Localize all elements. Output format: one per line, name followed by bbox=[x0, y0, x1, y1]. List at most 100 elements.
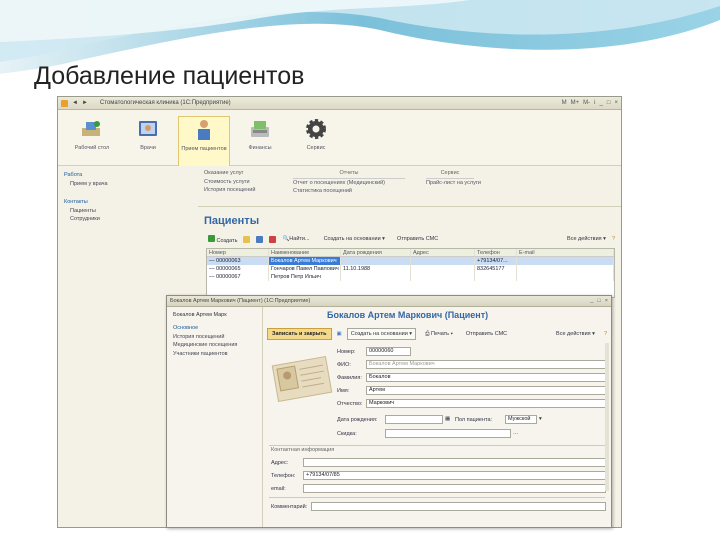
form-toolbar: Записать и закрыть ▣ Создать на основани… bbox=[267, 327, 607, 341]
gear-icon bbox=[303, 116, 329, 142]
cell-birth bbox=[341, 273, 411, 281]
patient-card-image bbox=[271, 356, 333, 402]
section-reception[interactable]: Прием пациентов bbox=[178, 116, 230, 166]
form-scrollbar[interactable] bbox=[605, 343, 609, 491]
create-based-on-button[interactable]: Создать на основании ▾ bbox=[324, 236, 385, 242]
service-header: Сервис bbox=[426, 169, 474, 179]
table-row[interactable]: — 00000067 Петров Петр Ильич bbox=[207, 273, 614, 281]
gender-select[interactable]: Мужской bbox=[505, 415, 537, 424]
help-icon[interactable]: ? bbox=[604, 331, 607, 337]
slide: Добавление пациентов ◄ ► Стоматологическ… bbox=[0, 0, 720, 540]
fio-field[interactable]: Бокалов Артем Маркович bbox=[366, 360, 606, 369]
cell-name: Бокалов Артем Маркович bbox=[269, 257, 341, 265]
cell-email bbox=[517, 257, 614, 265]
nav-item-reception[interactable]: Прием у врача bbox=[64, 180, 192, 189]
action-visit-history[interactable]: История посещений bbox=[204, 186, 255, 195]
surname-label: Фамилия: bbox=[337, 375, 362, 381]
nav-item-patients[interactable]: Пациенты bbox=[64, 207, 192, 216]
form-main-panel: Бокалов Артем Маркович (Пациент) Записат… bbox=[265, 307, 611, 527]
patronymic-field[interactable]: Маркович bbox=[366, 399, 606, 408]
back-icon[interactable]: ◄ bbox=[72, 100, 78, 106]
comment-field[interactable] bbox=[311, 502, 606, 511]
close-icon[interactable]: × bbox=[614, 100, 618, 106]
info-icon[interactable]: i bbox=[594, 100, 595, 106]
action-price-list[interactable]: Прайс-лист на услуги bbox=[426, 179, 481, 188]
birth-field[interactable] bbox=[385, 415, 443, 424]
send-sms-button[interactable]: Отправить СМС bbox=[397, 236, 438, 242]
table-row[interactable]: — 00000063 Бокалов Артем Маркович +79134… bbox=[207, 257, 614, 265]
chevron-down-icon[interactable]: ▾ bbox=[539, 416, 542, 422]
surname-field[interactable]: Бокалов bbox=[366, 373, 606, 382]
action-service-price[interactable]: Стоимость услуги bbox=[204, 178, 255, 187]
find-button[interactable]: 🔍Найти... bbox=[282, 236, 309, 242]
cell-email bbox=[517, 273, 614, 281]
create-based-button[interactable]: Создать на основании ▾ bbox=[346, 328, 417, 340]
form-all-actions-button[interactable]: Все действия ▾ bbox=[552, 328, 599, 340]
minimize-icon[interactable]: _ bbox=[600, 100, 603, 106]
list-toolbar: Создать 🔍Найти... Создать на основании ▾… bbox=[208, 233, 615, 245]
save-icon[interactable]: ▣ bbox=[337, 331, 342, 337]
form-nav-visits[interactable]: История посещений bbox=[173, 333, 256, 342]
cell-code: — 00000063 bbox=[207, 257, 269, 265]
select-icon[interactable]: … bbox=[513, 430, 519, 436]
section-doctors[interactable]: Врачи bbox=[122, 116, 174, 152]
memory-minus-icon[interactable]: M- bbox=[583, 100, 590, 106]
action-report-visits[interactable]: Отчет о посещениях (Медицинский) bbox=[293, 179, 405, 188]
print-button[interactable]: ⎙ Печать ▾ bbox=[421, 328, 457, 341]
all-actions-button[interactable]: Все действия ▾ bbox=[567, 236, 606, 242]
maximize-icon[interactable]: □ bbox=[607, 100, 611, 106]
copy-icon[interactable] bbox=[243, 235, 251, 243]
nav-item-employees[interactable]: Сотрудники bbox=[64, 215, 192, 224]
cell-code: — 00000067 bbox=[207, 273, 269, 281]
cell-phone bbox=[475, 273, 517, 281]
section-finance[interactable]: Финансы bbox=[234, 116, 286, 152]
section-service[interactable]: Сервис bbox=[290, 116, 342, 152]
create-button[interactable]: Создать bbox=[208, 234, 237, 244]
fio-label: ФИО: bbox=[337, 362, 351, 368]
help-icon[interactable]: ? bbox=[612, 236, 615, 242]
finance-icon bbox=[247, 116, 273, 142]
window-titlebar: ◄ ► Стоматологическая клиника (1С:Предпр… bbox=[58, 97, 621, 110]
app-menu-icon[interactable] bbox=[61, 99, 68, 107]
edit-icon[interactable] bbox=[256, 235, 264, 243]
section-desktop[interactable]: Рабочий стол bbox=[66, 116, 118, 152]
forward-icon[interactable]: ► bbox=[82, 100, 88, 106]
form-send-sms-button[interactable]: Отправить СМС bbox=[462, 328, 511, 340]
column-header[interactable]: Телефон bbox=[475, 249, 517, 256]
maximize-icon[interactable]: □ bbox=[597, 298, 600, 304]
discount-field[interactable] bbox=[385, 429, 511, 438]
code-field[interactable]: 00000060 bbox=[366, 347, 411, 356]
contacts-header: Контактная информация bbox=[271, 447, 335, 453]
column-header[interactable]: Адрес bbox=[411, 249, 475, 256]
memory-plus-icon[interactable]: M+ bbox=[571, 100, 580, 106]
column-header[interactable]: Наименование bbox=[269, 249, 341, 256]
patronymic-label: Отчество: bbox=[337, 401, 363, 407]
form-nav-participants[interactable]: Участники пациентов bbox=[173, 350, 256, 359]
column-header[interactable]: Дата рождения bbox=[341, 249, 411, 256]
patients-table: Номер Наименование Дата рождения Адрес Т… bbox=[206, 248, 615, 298]
window-title: Стоматологическая клиника (1С:Предприяти… bbox=[99, 100, 231, 106]
address-field[interactable] bbox=[303, 458, 606, 467]
form-nav-main[interactable]: Основное bbox=[173, 324, 256, 333]
delete-icon[interactable] bbox=[269, 235, 277, 243]
table-row[interactable]: — 00000065 Гончаров Павел Павлович 11.10… bbox=[207, 265, 614, 273]
email-field[interactable] bbox=[303, 484, 606, 493]
calendar-icon[interactable]: ▦ bbox=[445, 416, 450, 422]
patient-icon bbox=[191, 117, 217, 143]
save-close-button[interactable]: Записать и закрыть bbox=[267, 328, 332, 340]
memory-icon[interactable]: M bbox=[562, 100, 567, 106]
action-services[interactable]: Оказание услуг bbox=[204, 169, 255, 178]
minimize-icon[interactable]: _ bbox=[590, 298, 593, 304]
form-heading: Бокалов Артем Маркович (Пациент) bbox=[327, 310, 489, 320]
name-field[interactable]: Артем bbox=[366, 386, 606, 395]
close-icon[interactable]: × bbox=[605, 298, 608, 304]
phone-field[interactable]: +79134/07/85 bbox=[303, 471, 606, 480]
row-marker-icon: — bbox=[209, 258, 217, 264]
divider bbox=[269, 445, 605, 446]
action-visit-stats[interactable]: Статистика посещений bbox=[293, 187, 405, 196]
column-header[interactable]: E-mail bbox=[517, 249, 614, 256]
cell-name: Гончаров Павел Павлович bbox=[269, 265, 341, 273]
add-icon bbox=[208, 234, 215, 242]
form-nav-medical[interactable]: Медицинские посещения bbox=[173, 341, 256, 350]
column-header[interactable]: Номер bbox=[207, 249, 269, 256]
